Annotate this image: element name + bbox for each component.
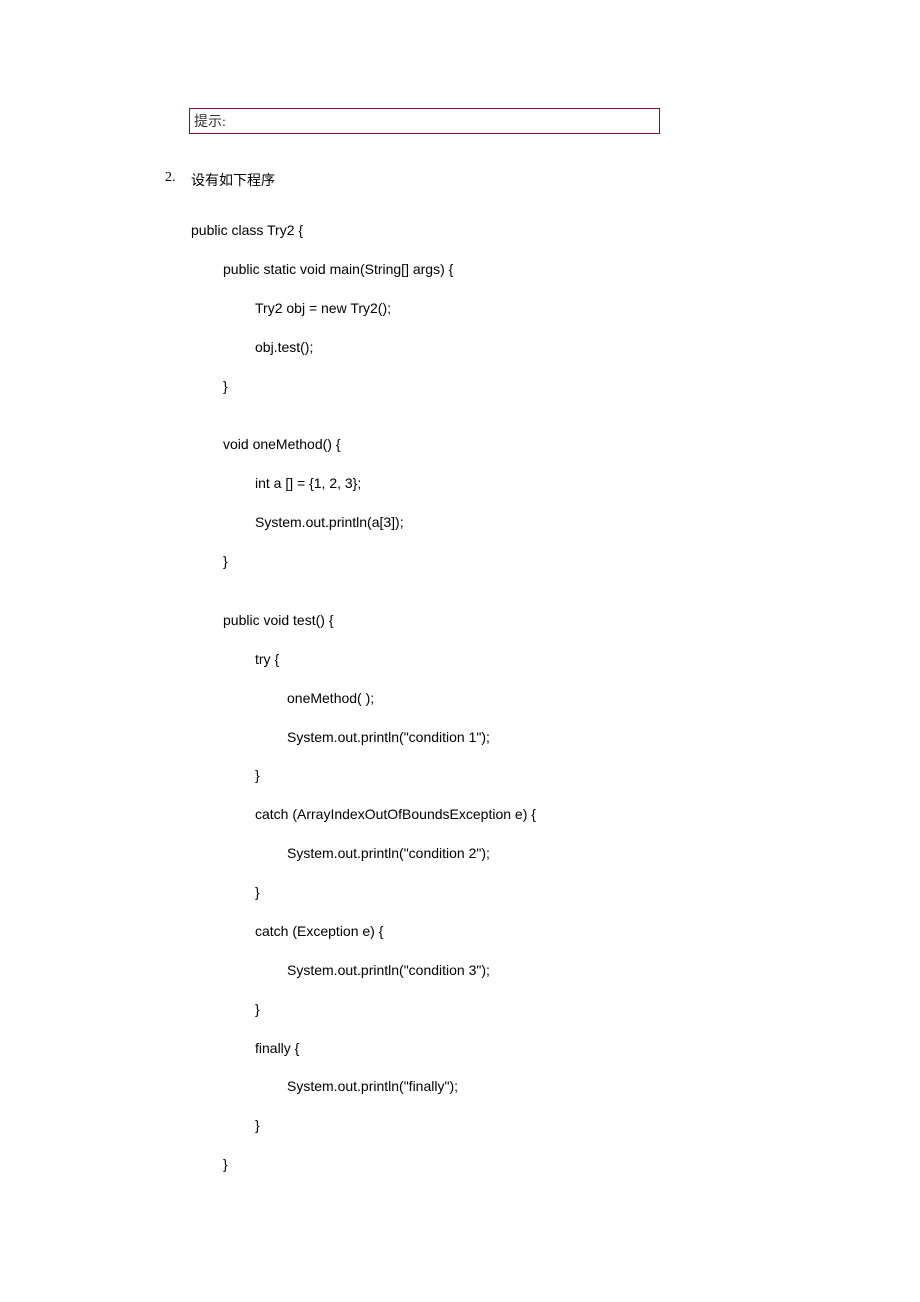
- item-text: 设有如下程序: [191, 170, 830, 190]
- list-item: 2. 设有如下程序: [165, 170, 830, 190]
- code-line: oneMethod( );: [191, 688, 830, 710]
- code-line: obj.test();: [191, 337, 830, 359]
- code-line: }: [191, 999, 830, 1021]
- code-line: System.out.println("finally");: [191, 1076, 830, 1098]
- code-line: System.out.println("condition 3");: [191, 960, 830, 982]
- code-line: try {: [191, 649, 830, 671]
- code-line: int a [] = {1, 2, 3};: [191, 473, 830, 495]
- code-line: }: [191, 1154, 830, 1176]
- code-block: public class Try2 { public static void ma…: [191, 220, 830, 1176]
- code-line: void oneMethod() {: [191, 434, 830, 456]
- code-line: Try2 obj = new Try2();: [191, 298, 830, 320]
- code-line: }: [191, 1115, 830, 1137]
- tip-box: 提示:: [189, 108, 660, 134]
- code-line: [191, 414, 830, 434]
- code-line: }: [191, 765, 830, 787]
- code-line: public static void main(String[] args) {: [191, 259, 830, 281]
- code-line: finally {: [191, 1038, 830, 1060]
- code-line: public class Try2 {: [191, 220, 830, 242]
- code-line: System.out.println("condition 1");: [191, 727, 830, 749]
- item-number: 2.: [165, 170, 191, 190]
- code-line: }: [191, 551, 830, 573]
- code-line: }: [191, 882, 830, 904]
- code-line: catch (Exception e) {: [191, 921, 830, 943]
- code-line: System.out.println("condition 2");: [191, 843, 830, 865]
- code-line: System.out.println(a[3]);: [191, 512, 830, 534]
- code-line: [191, 590, 830, 610]
- code-line: catch (ArrayIndexOutOfBoundsException e)…: [191, 804, 830, 826]
- code-line: }: [191, 376, 830, 398]
- tip-label: 提示:: [194, 115, 226, 130]
- code-line: public void test() {: [191, 610, 830, 632]
- document-page: 提示: 2. 设有如下程序 public class Try2 {public …: [0, 0, 920, 1253]
